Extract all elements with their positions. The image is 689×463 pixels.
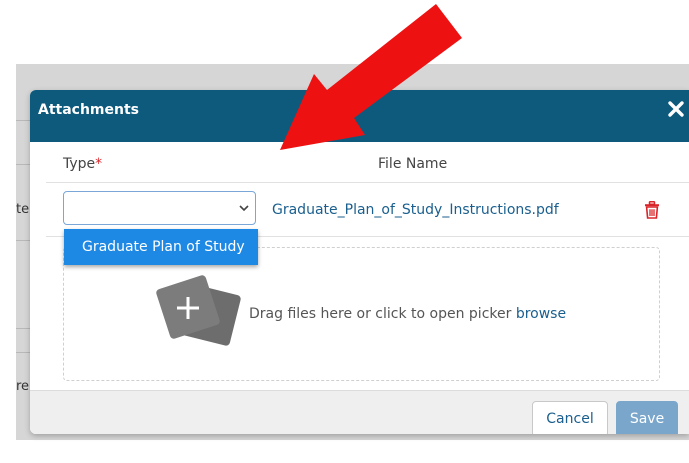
modal-header: Attachments — [30, 90, 689, 142]
type-label: Type — [63, 156, 96, 172]
close-x-icon[interactable] — [667, 100, 685, 118]
save-button[interactable]: Save — [616, 401, 678, 434]
file-name-column-header: File Name — [378, 156, 448, 172]
modal-title: Attachments — [38, 102, 140, 118]
type-column-header: Type* — [63, 156, 102, 172]
dropzone-text: Drag files here or click to open picker … — [249, 306, 566, 322]
add-files-icon — [156, 275, 241, 346]
required-asterisk: * — [95, 156, 103, 172]
type-dropdown-option[interactable]: Graduate Plan of Study — [64, 229, 258, 265]
file-name-link[interactable]: Graduate_Plan_of_Study_Instructions.pdf — [272, 202, 559, 218]
bg-text-fragment: te — [16, 202, 30, 217]
bg-divider — [16, 352, 30, 353]
type-select[interactable] — [63, 191, 256, 225]
header-divider — [46, 182, 689, 183]
cancel-button[interactable]: Cancel — [532, 401, 608, 434]
bg-divider — [16, 328, 30, 329]
bg-divider — [16, 120, 30, 121]
browse-link[interactable]: browse — [516, 306, 566, 322]
dropdown-option-label: Graduate Plan of Study — [82, 239, 245, 255]
chevron-down-icon — [239, 205, 249, 212]
file-dropzone[interactable]: Drag files here or click to open picker … — [63, 247, 660, 381]
modal-footer: Cancel Save — [30, 390, 689, 434]
bg-divider — [16, 164, 30, 165]
bg-divider — [16, 240, 30, 241]
trash-icon[interactable] — [644, 201, 660, 219]
attachments-modal: Attachments Type* File Name Graduate_Pla… — [30, 90, 689, 434]
dropzone-instructions: Drag files here or click to open picker — [249, 306, 516, 322]
